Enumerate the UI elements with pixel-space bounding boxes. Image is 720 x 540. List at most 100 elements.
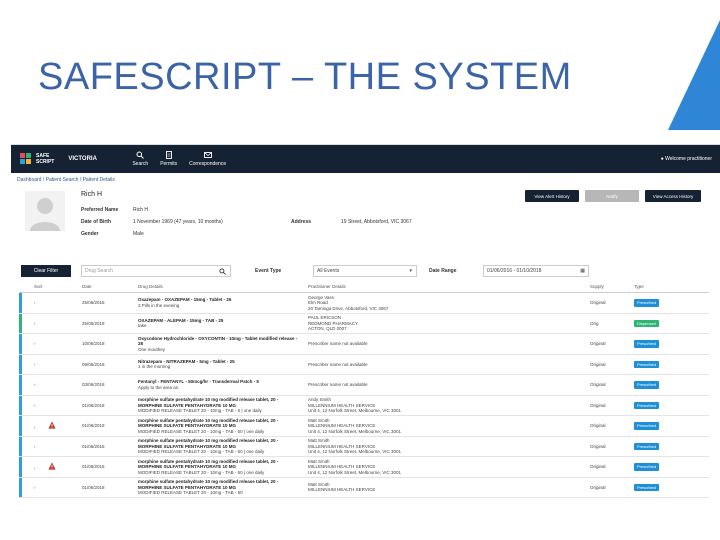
expand-icon[interactable]: › — [34, 300, 36, 305]
breadcrumb[interactable]: Dashboard / Patient Search / Patient Det… — [11, 173, 720, 185]
table-row[interactable]: › 25/06/2018 OXAZEPAM - ALEPAM - 15mg - TA… — [19, 313, 709, 334]
expand-icon[interactable]: › — [34, 403, 36, 408]
practitioner-name: Prescriber name not available — [308, 382, 368, 387]
expand-icon[interactable]: › — [34, 425, 36, 430]
table-row[interactable]: › 09/06/2018 Nitrazepam - NITRAZEPAM - 5mg… — [19, 354, 709, 375]
expand-cell[interactable]: › — [31, 444, 79, 450]
expand-cell[interactable]: › — [31, 362, 79, 368]
expand-icon[interactable]: › — [34, 485, 36, 490]
type-cell: Prescribed — [631, 360, 687, 368]
expand-cell[interactable]: › — [31, 421, 79, 431]
date-cell: 10/06/2018 — [79, 341, 135, 347]
date-cell: 01/06/2018 — [79, 423, 135, 429]
welcome-label: Welcome practitioner — [665, 156, 712, 162]
table-row[interactable]: › 01/06/2018 morphine sulfate pentahydrate… — [19, 436, 709, 457]
view-alert-history-button[interactable]: View Alert History — [525, 190, 579, 202]
supply-cell: Original — [587, 444, 631, 450]
welcome-user-menu[interactable]: ● Welcome practitioner — [661, 156, 712, 162]
supply-value: Original — [590, 341, 606, 346]
logo-line-2: SCRIPT — [36, 159, 55, 165]
table-row[interactable]: › 01/06/2018 morphine sulfate pentahydrate… — [19, 395, 709, 416]
expand-icon[interactable]: › — [34, 444, 36, 449]
gender-label: Gender — [81, 231, 99, 237]
table-row[interactable]: › 25/06/2018 Oxazepam - OXAZEPAM - 15mg - … — [19, 293, 709, 314]
chevron-down-icon: ▾ — [409, 268, 412, 274]
table-row[interactable]: › 03/06/2018 Fentanyl - FENTANYL - 50mcg/h… — [19, 375, 709, 396]
nav-search[interactable]: Search — [132, 151, 148, 167]
dob-value: 1 November 1969 (47 years, 10 months) — [133, 219, 223, 225]
header-date[interactable]: Date — [79, 284, 135, 290]
expand-cell[interactable]: › — [31, 485, 79, 491]
slide-title: SAFESCRIPT – THE SYSTEM — [38, 56, 572, 98]
supply-cell: Original — [587, 485, 631, 491]
table-row[interactable]: › 01/06/2018 morphine sulfate pentahydrate… — [19, 416, 709, 437]
expand-icon[interactable]: › — [34, 382, 36, 387]
practitioner-details-cell: George Vass Elm Road 20 Taminga Drive, Abb… — [305, 295, 495, 312]
type-cell: Prescribed — [631, 463, 687, 471]
supply-cell: Original — [587, 403, 631, 409]
drug-details-cell: Fentanyl - FENTANYL - 50mcg/hr - Transde… — [135, 379, 305, 390]
drug-name: morphine sulfate pentahydrate 10 mg modi… — [138, 438, 279, 449]
drug-search-input[interactable]: Drug Search — [81, 265, 231, 277]
header-drug-details[interactable]: Drug Details — [135, 284, 305, 290]
expand-icon[interactable]: › — [34, 321, 36, 326]
drug-details-cell: morphine sulfate pentahydrate 10 mg modi… — [135, 459, 305, 476]
drug-search-placeholder: Drug Search — [85, 268, 114, 274]
clear-filter-button[interactable]: Clear Filter — [21, 265, 71, 277]
expand-cell[interactable]: › — [31, 341, 79, 347]
avatar — [25, 191, 65, 231]
row-status-bar — [19, 457, 22, 477]
notify-button[interactable]: Notify — [585, 190, 639, 202]
date-cell: 09/06/2018 — [79, 362, 135, 368]
nav-permits[interactable]: Permits — [160, 151, 177, 167]
practitioner-details-cell: PAUL ERICSON REDMOND PHARMACY ACTON, QLD 0… — [305, 315, 495, 332]
expand-icon[interactable]: › — [34, 341, 36, 346]
practitioner-address: 20 Taminga Drive, Abbotsford, VIC 3067 — [308, 305, 389, 311]
row-date: 09/06/2018 — [82, 361, 105, 367]
nav-permits-label: Permits — [160, 161, 178, 167]
expand-cell[interactable]: › — [31, 462, 79, 472]
expand-cell[interactable]: › — [31, 382, 79, 388]
supply-value: Original — [590, 484, 606, 490]
expand-cell[interactable]: › — [31, 403, 79, 409]
view-access-history-button[interactable]: View Access History — [645, 190, 701, 202]
date-range-input[interactable]: 01/06/2016 - 01/10/2018 ▦ — [483, 265, 589, 277]
warning-icon — [47, 462, 56, 470]
expand-cell[interactable]: › — [31, 321, 79, 327]
practitioner-details-cell: Prescriber name not available — [305, 362, 495, 368]
header-practitioner-details[interactable]: Practitioner Details — [305, 284, 495, 290]
row-date: 01/06/2018 — [82, 443, 105, 449]
expand-icon[interactable]: › — [34, 362, 36, 367]
table-row[interactable]: › 01/06/2018 morphine sulfate pentahydrate… — [19, 477, 709, 498]
top-nav: SAFE SCRIPT VICTORIA Search Permits Corr… — [11, 145, 720, 173]
gender-value: Male — [133, 231, 144, 237]
supply-cell: Original — [587, 341, 631, 347]
table-row[interactable]: › 10/06/2018 Oxycodone Hydrochloride - OXY… — [19, 334, 709, 355]
row-status-bar — [19, 334, 22, 354]
supply-value: Original — [590, 423, 606, 428]
nav-correspondence[interactable]: Correspondence — [189, 151, 226, 167]
type-badge: Dispensed — [634, 319, 659, 327]
supply-cell: Original — [587, 464, 631, 470]
type-badge: Prescribed — [634, 360, 660, 368]
row-date: 25/06/2018 — [82, 320, 105, 326]
drug-directions: MODIFIED RELEASE TABLET 20 - 10mg - TAB … — [138, 490, 243, 495]
event-type-select[interactable]: All Events ▾ — [313, 265, 417, 277]
row-date: 01/06/2018 — [82, 423, 105, 428]
expand-cell[interactable]: › — [31, 300, 79, 306]
search-icon — [136, 151, 145, 159]
table-row[interactable]: › 01/06/2018 morphine sulfate pentahydrate… — [19, 457, 709, 478]
header-supply[interactable]: Supply — [587, 284, 631, 290]
type-cell: Prescribed — [631, 299, 687, 307]
header-sort[interactable]: Sort — [31, 284, 79, 290]
type-badge: Prescribed — [634, 401, 660, 409]
header-type[interactable]: Type — [631, 284, 687, 290]
expand-icon[interactable]: › — [34, 466, 36, 471]
row-date: 01/06/2018 — [82, 464, 105, 469]
type-cell: Prescribed — [631, 401, 687, 409]
date-cell: 01/06/2018 — [79, 485, 135, 491]
search-icon — [219, 268, 226, 275]
practitioner-name: Prescriber name not available — [308, 341, 368, 346]
drug-directions: MODIFIED RELEASE TABLET 20 - 10mg - TAB … — [138, 408, 262, 413]
slide: SAFESCRIPT – THE SYSTEM SAFE SCRIPT VICT… — [0, 0, 720, 540]
